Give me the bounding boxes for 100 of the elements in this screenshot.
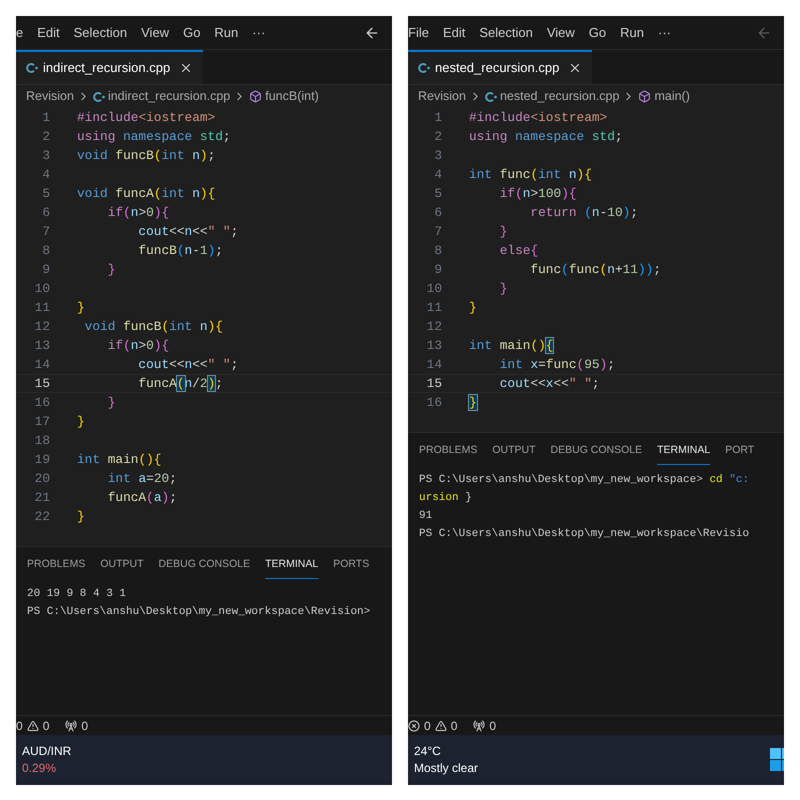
code-line: int a=20;	[106, 470, 177, 488]
code-line: int x=func(95);	[498, 356, 615, 374]
editor-tab[interactable]: indirect_recursion.cpp	[16, 50, 204, 84]
line-number: 14	[34, 356, 50, 374]
code-line: }	[106, 260, 116, 279]
line-number: 15	[34, 374, 50, 393]
menu-item[interactable]: Selection	[472, 22, 540, 42]
code-line: funcA(a);	[106, 488, 177, 507]
panel-tab[interactable]: PROBLEMS	[419, 443, 478, 465]
line-number: 7	[41, 222, 50, 241]
port-count[interactable]: 0	[489, 716, 496, 734]
breadcrumb-item[interactable]: Revision	[26, 87, 74, 106]
code-line: }	[498, 222, 508, 241]
line-number: 3	[41, 146, 50, 165]
code-line: if(n>100){	[498, 184, 577, 203]
menu-item[interactable]: View	[134, 22, 176, 42]
menu-item[interactable]: Go	[582, 22, 614, 42]
code-line: void funcB(int n);	[77, 146, 216, 165]
code-line: void funcA(int n){	[77, 184, 216, 203]
cpp-file-icon	[418, 62, 430, 74]
code-line: #include<iostream>	[469, 108, 608, 127]
line-number: 14	[426, 356, 442, 374]
line-number: 19	[34, 450, 50, 469]
code-line: }	[469, 298, 477, 317]
port-count[interactable]: 0	[81, 716, 88, 734]
menu-item[interactable]: e	[16, 22, 30, 42]
code-line: using namespace std;	[469, 128, 623, 146]
line-number: 5	[433, 184, 442, 203]
panel-tab[interactable]: TERMINAL	[265, 557, 318, 579]
widget-title[interactable]: 24°C	[414, 743, 478, 760]
panel-tab[interactable]: OUTPUT	[492, 443, 536, 465]
menu-item[interactable]: Go	[176, 22, 208, 42]
code-line: }	[77, 298, 85, 317]
warning-icon	[26, 720, 39, 732]
line-number: 8	[41, 242, 50, 260]
line-number: 22	[34, 508, 50, 526]
code-line: cout<<n<<" ";	[137, 222, 238, 241]
widget-subtitle[interactable]: 0.29%	[22, 760, 72, 777]
line-number: 3	[433, 146, 442, 165]
menu-item[interactable]: Run	[613, 22, 651, 42]
breadcrumb-item[interactable]: main()	[654, 87, 690, 106]
windows-logo-icon[interactable]	[770, 748, 784, 772]
menu-item[interactable]: Selection	[66, 22, 134, 42]
line-number: 10	[426, 280, 442, 298]
terminal-line: ursion }	[419, 490, 472, 506]
line-number: 6	[41, 204, 50, 222]
line-number: 11	[426, 298, 442, 317]
line-number: 21	[34, 488, 50, 507]
widget-subtitle[interactable]: Mostly clear	[414, 760, 478, 777]
warning-count[interactable]: 0	[450, 716, 458, 734]
menu-item[interactable]: File	[408, 22, 436, 42]
editor-tab[interactable]: nested_recursion.cpp	[408, 50, 592, 84]
panel-tab[interactable]: OUTPUT	[100, 557, 144, 579]
code-line: cout<<x<<" ";	[498, 374, 600, 393]
menu-item[interactable]: Edit	[30, 22, 67, 42]
error-count[interactable]: 0	[16, 716, 23, 734]
line-number: 16	[34, 394, 50, 412]
line-number: 12	[34, 318, 50, 336]
panel-tab[interactable]: TERMINAL	[657, 443, 710, 465]
panel-tab[interactable]: PORTS	[333, 557, 370, 579]
terminal-line: 20 19 9 8 4 3 1	[27, 586, 126, 602]
code-line: return (n-10);	[529, 204, 638, 222]
line-number: 18	[34, 432, 50, 450]
line-number: 13	[34, 336, 50, 355]
terminal-line: PS C:\Users\anshu\Desktop\my_new_workspace> cd "c:	[419, 472, 750, 488]
panel-tab[interactable]: PORT	[725, 443, 754, 465]
widget-title[interactable]: AUD/INR	[22, 743, 72, 760]
line-number: 9	[41, 260, 50, 279]
code-line: void funcB(int n){	[84, 318, 223, 336]
code-line: int main(){	[469, 336, 554, 355]
antenna-icon	[65, 720, 78, 732]
panel-tab[interactable]: PROBLEMS	[27, 557, 86, 579]
code-line: }	[77, 508, 85, 526]
line-number: 6	[433, 204, 442, 222]
cpp-file-icon	[26, 62, 38, 74]
menu-item[interactable]: Run	[207, 22, 246, 42]
terminal-line: PS C:\Users\anshu\Desktop\my_new_workspace\Revision>	[27, 604, 370, 620]
panel-tab[interactable]: DEBUG CONSOLE	[158, 557, 250, 579]
line-number: 9	[433, 260, 442, 279]
breadcrumb-item[interactable]: nested_recursion.cpp	[500, 87, 620, 106]
panel-tab[interactable]: DEBUG CONSOLE	[550, 443, 642, 465]
menu-item[interactable]: View	[540, 22, 582, 42]
warning-count[interactable]: 0	[42, 716, 50, 734]
menu-item[interactable]: ···	[245, 22, 272, 42]
tab-label: indirect_recursion.cpp	[43, 59, 170, 78]
line-number: 11	[34, 298, 50, 317]
breadcrumb-item[interactable]: indirect_recursion.cpp	[108, 87, 230, 106]
code-line: cout<<n<<" ";	[137, 356, 238, 374]
menu-item[interactable]: ···	[651, 22, 678, 42]
error-count[interactable]: 0	[424, 716, 431, 734]
menu-item[interactable]: Edit	[436, 22, 472, 42]
line-number: 17	[34, 412, 50, 431]
back-arrow-icon[interactable]	[364, 24, 380, 40]
code-line: if(n>0){	[106, 336, 170, 355]
terminal-line: PS C:\Users\anshu\Desktop\my_new_workspace\Revisio	[419, 526, 750, 542]
code-line: funcB(n-1);	[137, 242, 223, 260]
line-number: 8	[433, 242, 442, 260]
breadcrumb-item[interactable]: funcB(int)	[265, 87, 319, 106]
code-line: }	[77, 412, 85, 431]
breadcrumb-item[interactable]: Revision	[418, 87, 466, 106]
